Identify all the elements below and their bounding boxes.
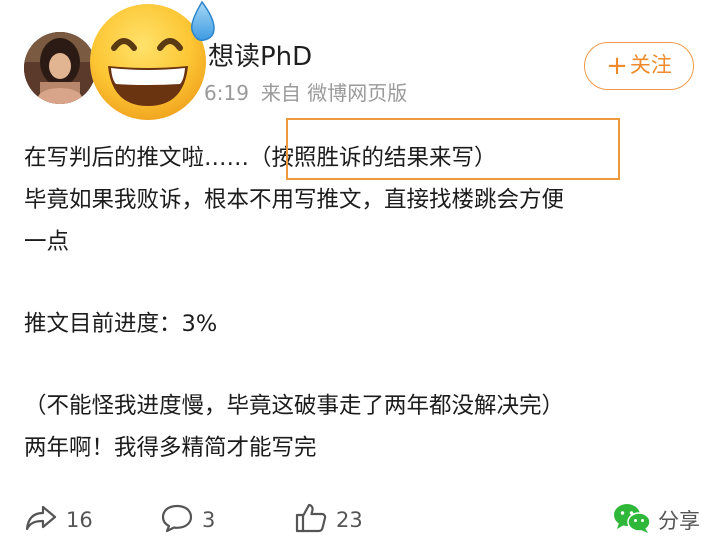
- post-time: 6:19: [204, 81, 249, 105]
- post-source: 来自 微博网页版: [260, 81, 408, 105]
- grinning-sweat-emoji-icon: [90, 0, 215, 120]
- text-fade: [378, 446, 442, 482]
- follow-label: 关注: [629, 53, 672, 77]
- post-meta: 6:19 来自 微博网页版: [204, 80, 407, 106]
- comment-count: 3: [202, 508, 216, 532]
- content-line: 一点: [24, 229, 70, 255]
- content-line: 毕竟如果我败诉，根本不用写推文，直接找楼跳会方便: [24, 187, 565, 213]
- content-line: 推文目前进度：3%: [24, 311, 218, 337]
- like-button[interactable]: 23: [294, 500, 363, 540]
- repost-icon: [24, 503, 58, 538]
- share-button[interactable]: 分享: [612, 500, 700, 540]
- share-label: 分享: [658, 509, 700, 533]
- content-line: （不能怪我进度慢，毕竟这破事走了两年都没解决完）: [24, 393, 565, 419]
- post-content: 在写判后的推文啦……（按照胜诉的结果来写） 毕竟如果我败诉，根本不用写推文，直接…: [24, 137, 700, 469]
- content-line: 在写判后的推文啦……（按照胜诉的结果来写）: [24, 145, 497, 171]
- plus-icon: +: [606, 51, 628, 81]
- author-name[interactable]: 想读PhD: [208, 40, 312, 74]
- comment-icon: [160, 503, 194, 538]
- wechat-icon: [612, 502, 652, 539]
- thumbs-up-icon: [294, 502, 328, 539]
- like-count: 23: [336, 508, 363, 532]
- follow-button[interactable]: +关注: [584, 42, 694, 90]
- repost-count: 16: [66, 508, 93, 532]
- comment-button[interactable]: 3: [160, 500, 215, 540]
- repost-button[interactable]: 16: [24, 500, 93, 540]
- content-line: 两年啊！我得多精简才能写完: [24, 435, 317, 461]
